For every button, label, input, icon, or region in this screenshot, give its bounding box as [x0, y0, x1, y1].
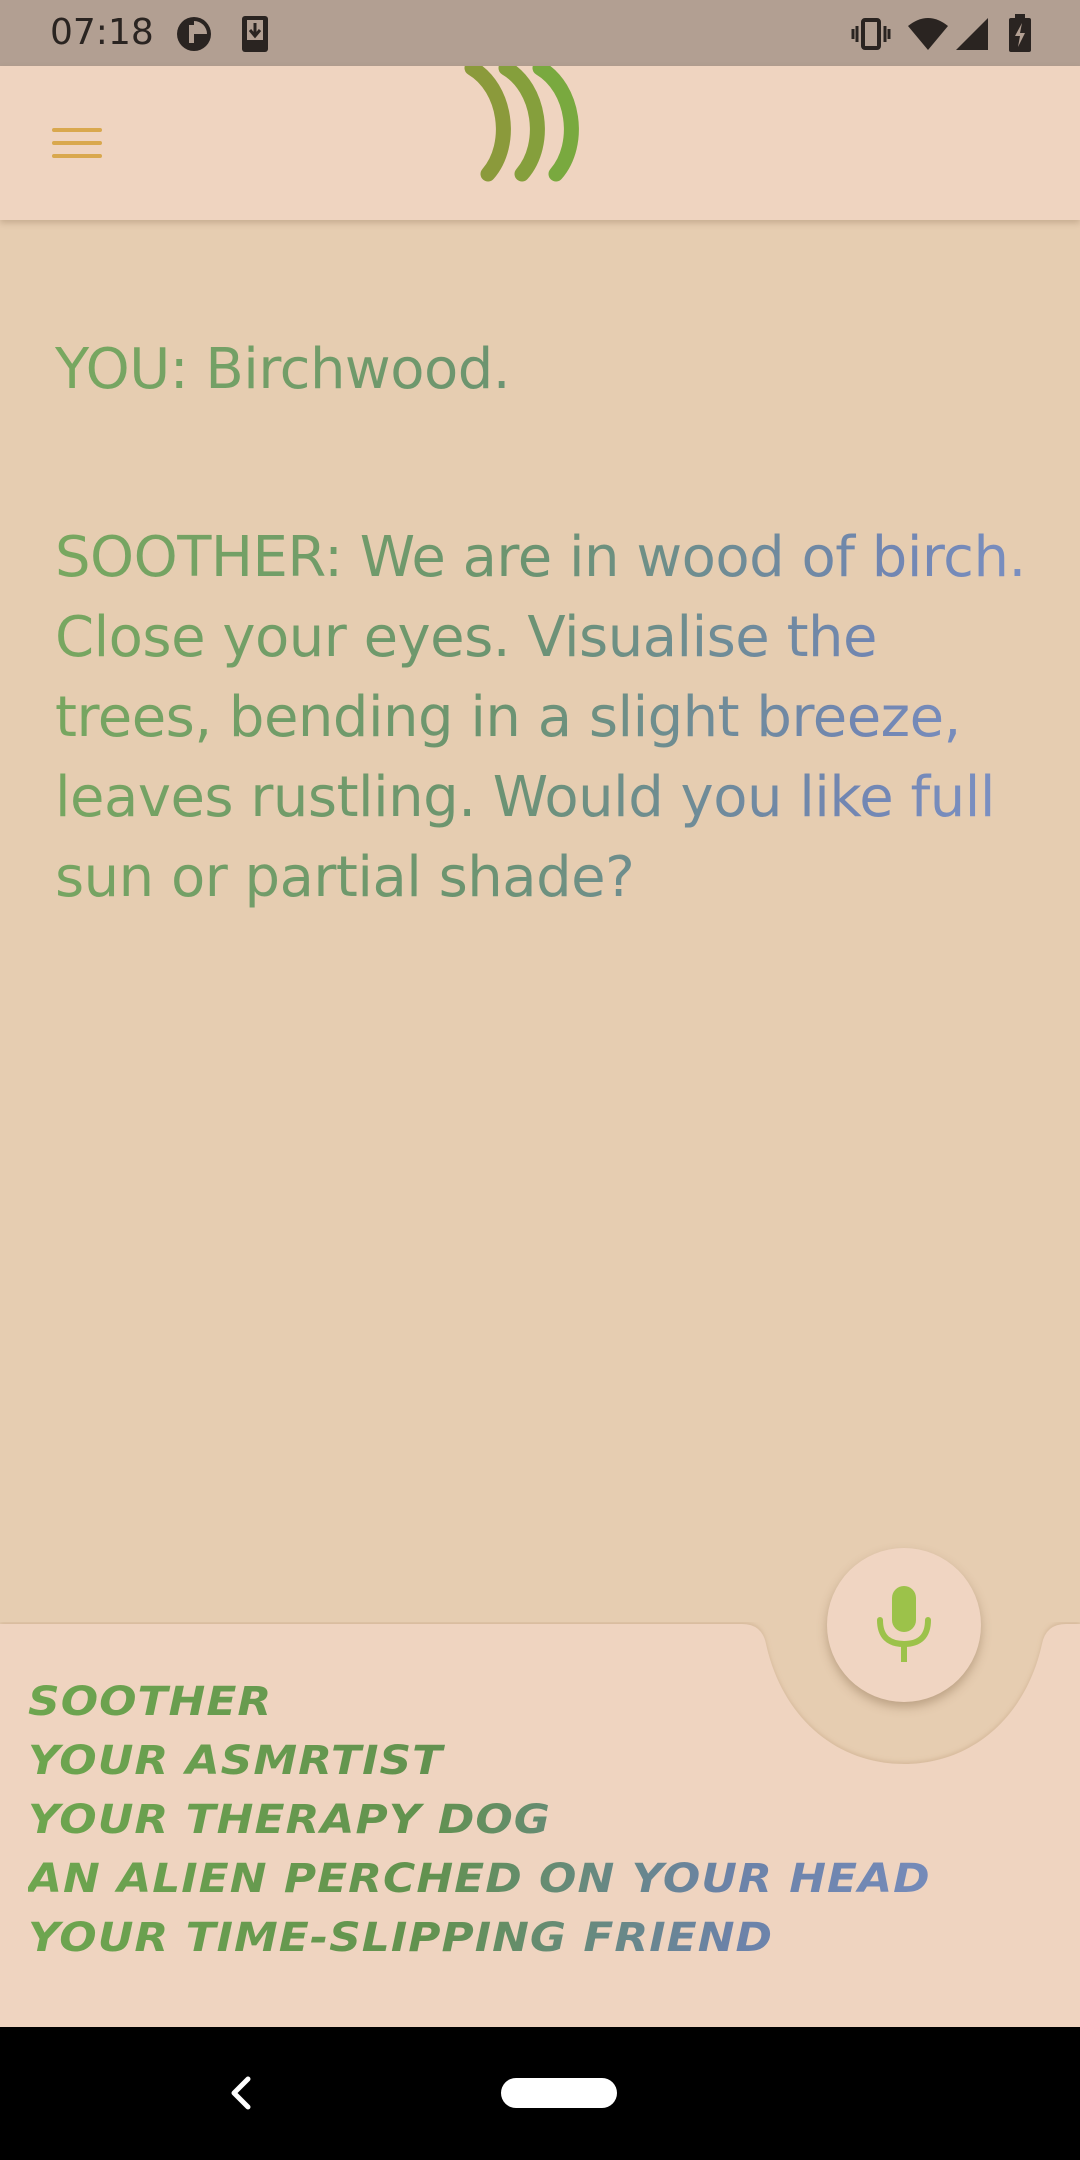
transcript: YOU: Birchwood. SOOTHER: We are in wood …: [55, 330, 1035, 918]
app-bar: [0, 60, 1080, 220]
persona-therapy-dog[interactable]: Your therapy dog: [28, 1792, 1028, 1846]
navigation-bar: [0, 2027, 1080, 2160]
download-icon: [240, 14, 270, 58]
microphone-icon: [877, 1586, 931, 1662]
mic-button[interactable]: [827, 1548, 981, 1702]
user-message: YOU: Birchwood.: [55, 330, 1035, 410]
battery-charging-icon: [1007, 14, 1033, 58]
wifi-icon: [906, 14, 950, 58]
status-time: 07:18: [50, 12, 154, 53]
persona-alien[interactable]: An alien perched on your head: [28, 1851, 1028, 1905]
signal-icon: [954, 14, 990, 58]
status-bar: 07:18: [0, 0, 1080, 66]
persona-asmrtist[interactable]: Your ASMRtist: [28, 1733, 1028, 1787]
vibrate-icon: [851, 14, 891, 58]
data-saver-icon: [174, 14, 214, 58]
persona-time-slipping-friend[interactable]: Your time-slipping friend: [28, 1910, 1028, 1964]
home-pill-icon[interactable]: [501, 2078, 617, 2108]
back-chevron-icon[interactable]: [222, 2071, 262, 2115]
hamburger-menu-icon[interactable]: [40, 113, 114, 173]
persona-list: Soother Your ASMRtist Your therapy dog A…: [28, 1672, 1028, 1967]
soother-message: SOOTHER: We are in wood of birch. Close …: [55, 518, 1035, 918]
soother-waves-logo: [462, 60, 592, 182]
